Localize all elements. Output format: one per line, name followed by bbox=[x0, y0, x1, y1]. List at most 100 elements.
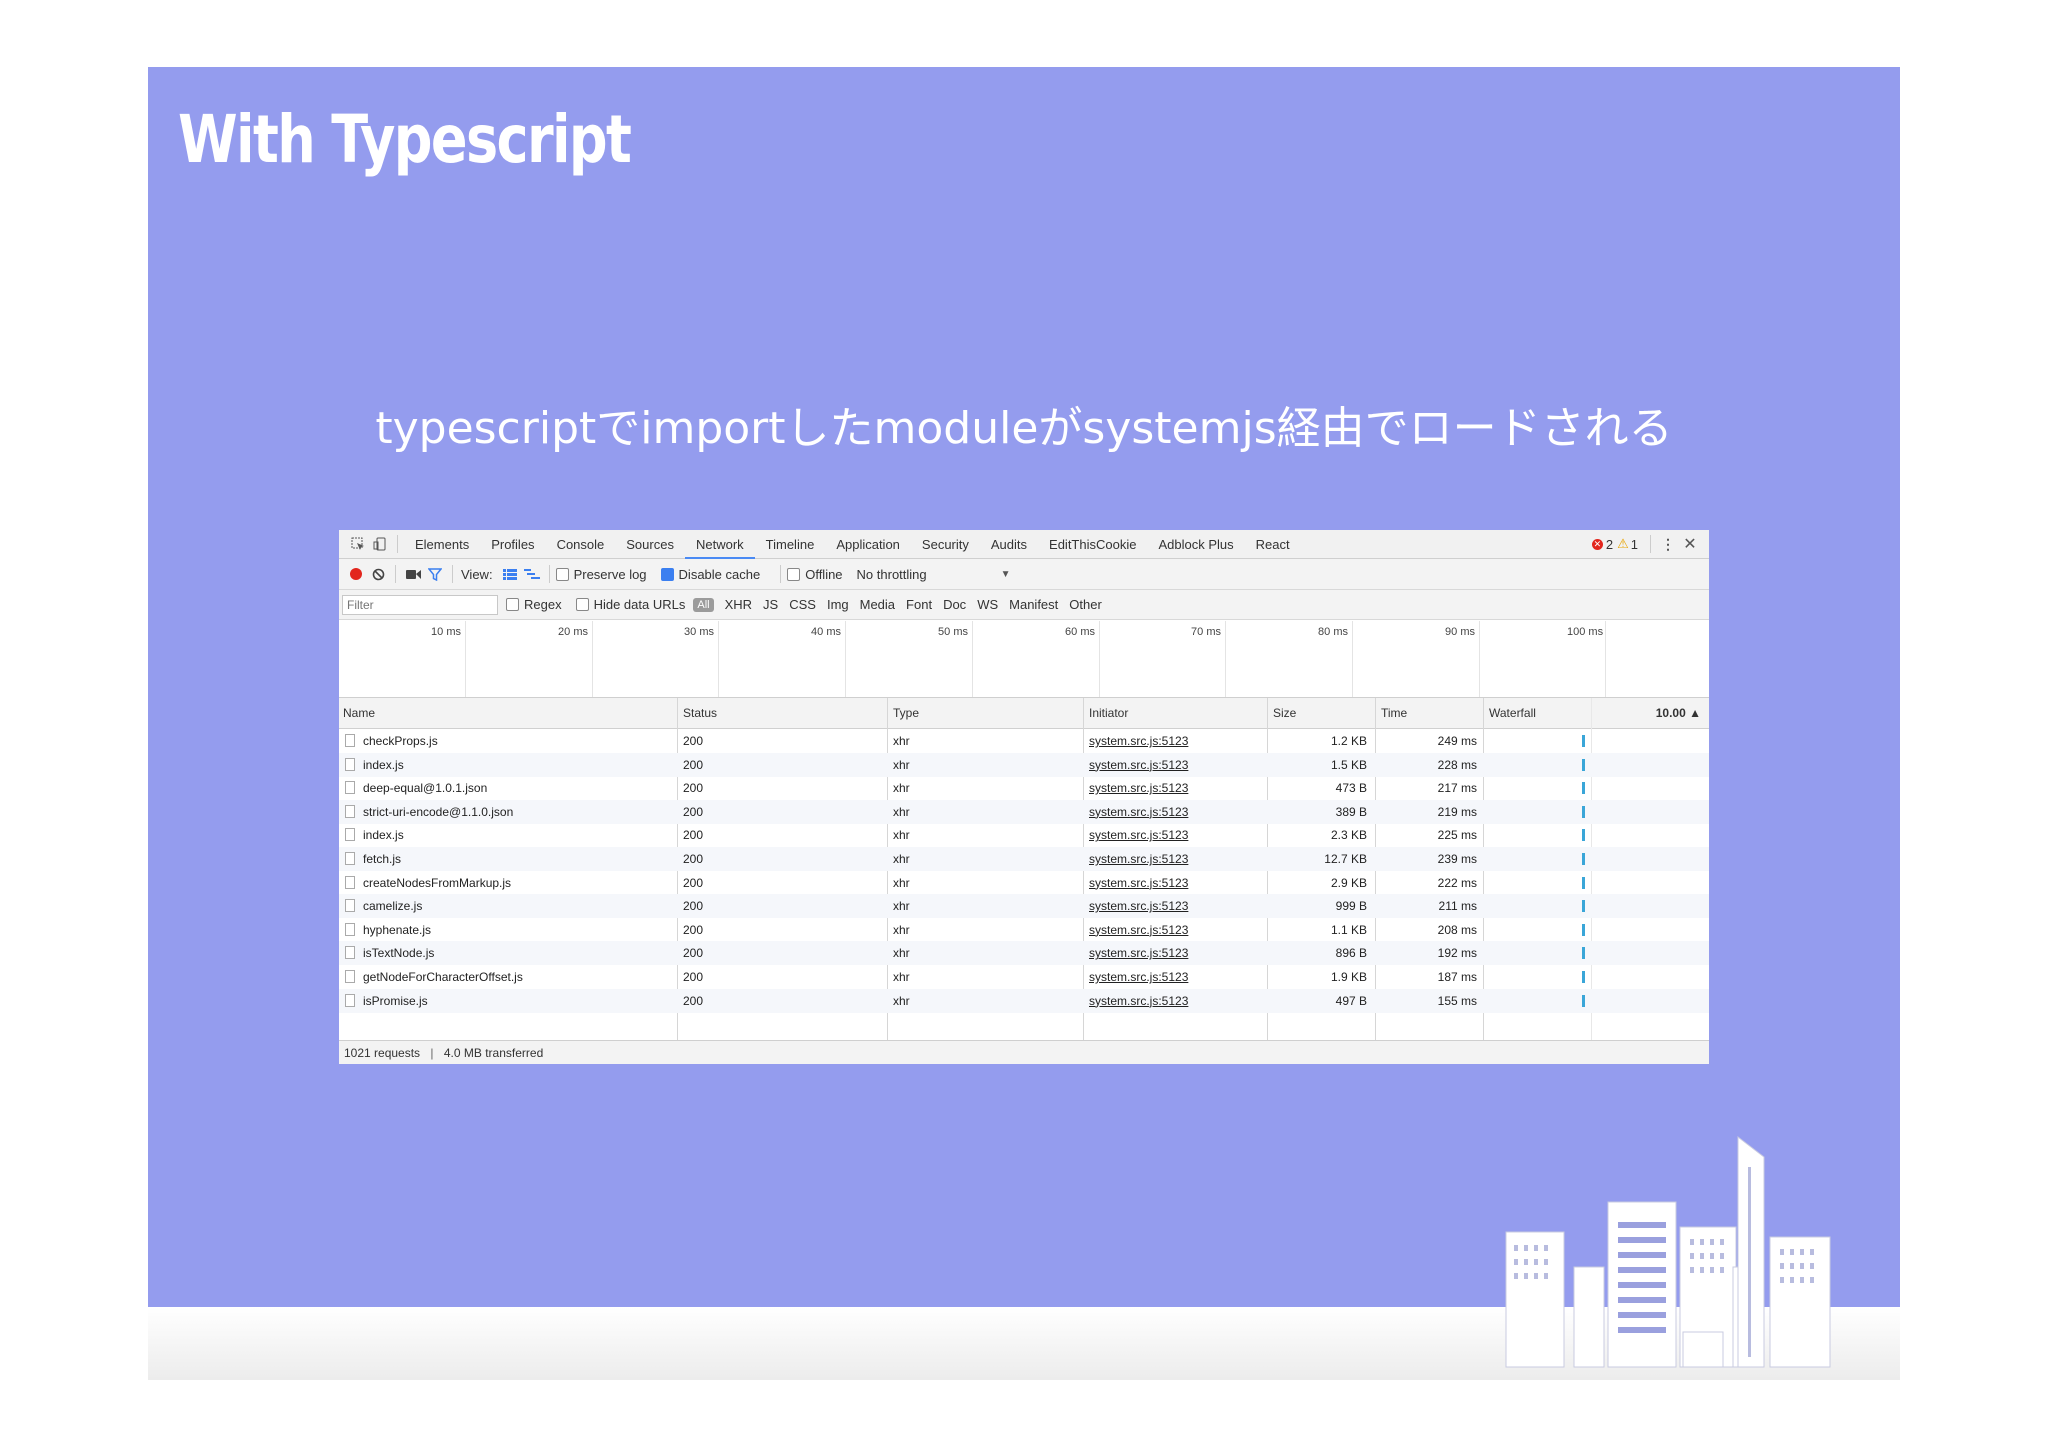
table-row[interactable]: isPromise.js 200 xhr system.src.js:5123 497 … bbox=[339, 988, 1709, 1013]
record-button[interactable] bbox=[345, 563, 367, 585]
waterfall-bar bbox=[1582, 923, 1585, 936]
request-time: 249 ms bbox=[1437, 734, 1477, 748]
request-status: 200 bbox=[683, 875, 704, 890]
offline-checkbox[interactable]: Offline bbox=[787, 567, 843, 582]
request-name[interactable]: createNodesFromMarkup.js bbox=[363, 871, 673, 895]
request-type: xhr bbox=[893, 899, 910, 914]
request-name[interactable]: getNodeForCharacterOffset.js bbox=[363, 965, 673, 989]
separator bbox=[452, 565, 453, 583]
request-initiator-link[interactable]: system.src.js:5123 bbox=[1089, 871, 1265, 895]
tab-application[interactable]: Application bbox=[825, 537, 911, 552]
filter-input[interactable] bbox=[342, 594, 498, 615]
column-header-initiator[interactable]: Initiator bbox=[1085, 698, 1128, 728]
request-name[interactable]: isPromise.js bbox=[363, 989, 673, 1013]
request-initiator-link[interactable]: system.src.js:5123 bbox=[1089, 776, 1265, 800]
filter-type-all[interactable]: All bbox=[693, 597, 714, 612]
more-options-icon[interactable]: ⋮ bbox=[1657, 533, 1679, 555]
column-header-waterfall[interactable]: Waterfall bbox=[1485, 698, 1536, 728]
warning-badge[interactable]: ⚠ 1 bbox=[1617, 536, 1638, 552]
filter-type-ws[interactable]: WS bbox=[977, 597, 998, 612]
tab-elements[interactable]: Elements bbox=[404, 537, 480, 552]
tab-console[interactable]: Console bbox=[546, 537, 616, 552]
tab-timeline[interactable]: Timeline bbox=[755, 537, 826, 552]
tab-network[interactable]: Network bbox=[684, 530, 755, 559]
request-initiator-link[interactable]: system.src.js:5123 bbox=[1089, 847, 1265, 871]
request-initiator-link[interactable]: system.src.js:5123 bbox=[1089, 800, 1265, 824]
filter-type-manifest[interactable]: Manifest bbox=[1009, 597, 1058, 612]
request-type: xhr bbox=[893, 852, 910, 866]
table-row[interactable]: getNodeForCharacterOffset.js 200 xhr system… bbox=[339, 965, 1709, 989]
table-row[interactable]: fetch.js 200 xhr system.src.js:5123 12.7 KB 2… bbox=[339, 847, 1709, 871]
table-row[interactable]: index.js 200 xhr system.src.js:5123 1.5 KB 22… bbox=[339, 752, 1709, 777]
filter-type-font[interactable]: Font bbox=[906, 597, 932, 612]
table-row[interactable]: deep-equal@1.0.1.json 200 xhr system.src.js… bbox=[339, 776, 1709, 800]
request-initiator-link[interactable]: system.src.js:5123 bbox=[1089, 965, 1265, 989]
filter-type-doc[interactable]: Doc bbox=[943, 597, 966, 612]
request-initiator-link[interactable]: system.src.js:5123 bbox=[1089, 894, 1265, 918]
column-header-type[interactable]: Type bbox=[889, 698, 919, 728]
request-name[interactable]: isTextNode.js bbox=[363, 941, 673, 965]
large-rows-icon[interactable] bbox=[499, 563, 521, 585]
table-row[interactable]: index.js 200 xhr system.src.js:5123 2.3 KB 22… bbox=[339, 823, 1709, 847]
column-header-time[interactable]: Time bbox=[1377, 698, 1407, 728]
table-row[interactable]: checkProps.js 200 xhr system.src.js:5123 1.2… bbox=[339, 729, 1709, 753]
request-name[interactable]: hyphenate.js bbox=[363, 918, 673, 942]
overview-tick-label: 20 ms bbox=[558, 626, 588, 638]
tab-sources[interactable]: Sources bbox=[615, 537, 685, 552]
regex-checkbox[interactable]: Regex bbox=[506, 597, 562, 612]
tab-editthiscookie[interactable]: EditThisCookie bbox=[1038, 537, 1147, 552]
error-badge[interactable]: ✕ 2 bbox=[1591, 537, 1613, 552]
filter-type-xhr[interactable]: XHR bbox=[725, 597, 752, 612]
close-icon[interactable]: ✕ bbox=[1679, 533, 1701, 555]
request-name[interactable]: index.js bbox=[363, 823, 673, 847]
request-name[interactable]: camelize.js bbox=[363, 894, 673, 918]
overview-gridline bbox=[1605, 621, 1606, 697]
request-name[interactable]: checkProps.js bbox=[363, 729, 673, 753]
filter-type-other[interactable]: Other bbox=[1069, 597, 1102, 612]
disable-cache-checkbox[interactable]: Disable cache bbox=[660, 567, 760, 582]
timeline-overview[interactable]: 10 ms 20 ms 30 ms 40 ms 50 ms 60 ms 70 ms 80 ms… bbox=[339, 621, 1709, 698]
filter-type-css[interactable]: CSS bbox=[789, 597, 816, 612]
request-name[interactable]: strict-uri-encode@1.1.0.json bbox=[363, 800, 673, 824]
filter-type-img[interactable]: Img bbox=[827, 597, 849, 612]
request-initiator-link[interactable]: system.src.js:5123 bbox=[1089, 753, 1265, 777]
tab-adblock-plus[interactable]: Adblock Plus bbox=[1147, 537, 1244, 552]
device-toolbar-icon[interactable] bbox=[369, 533, 391, 555]
file-icon bbox=[345, 828, 355, 842]
clear-button[interactable] bbox=[367, 563, 389, 585]
request-name[interactable]: index.js bbox=[363, 753, 673, 777]
throttling-select[interactable]: No throttling ▼ bbox=[857, 567, 1011, 582]
request-initiator-link[interactable]: system.src.js:5123 bbox=[1089, 989, 1265, 1013]
filter-type-media[interactable]: Media bbox=[860, 597, 895, 612]
column-header-name[interactable]: Name bbox=[339, 698, 375, 728]
tab-profiles[interactable]: Profiles bbox=[480, 537, 545, 552]
request-initiator-link[interactable]: system.src.js:5123 bbox=[1089, 918, 1265, 942]
table-row[interactable]: camelize.js 200 xhr system.src.js:5123 999 B… bbox=[339, 894, 1709, 919]
hide-data-urls-label: Hide data URLs bbox=[593, 597, 686, 612]
overview-waterfall-icon[interactable] bbox=[521, 563, 543, 585]
request-name[interactable]: deep-equal@1.0.1.json bbox=[363, 776, 673, 800]
tab-audits[interactable]: Audits bbox=[980, 537, 1038, 552]
request-initiator-link[interactable]: system.src.js:5123 bbox=[1089, 823, 1265, 847]
waterfall-scale[interactable]: 10.00 ▲ bbox=[1599, 698, 1701, 728]
table-row[interactable]: isTextNode.js 200 xhr system.src.js:5123 896… bbox=[339, 941, 1709, 966]
table-row[interactable]: hyphenate.js 200 xhr system.src.js:5123 1.1 … bbox=[339, 918, 1709, 942]
filter-type-js[interactable]: JS bbox=[763, 597, 778, 612]
tab-security[interactable]: Security bbox=[911, 537, 980, 552]
inspect-element-icon[interactable] bbox=[347, 533, 369, 555]
request-initiator-link[interactable]: system.src.js:5123 bbox=[1089, 729, 1265, 753]
requests-count: 1021 requests bbox=[344, 1046, 421, 1060]
column-header-size[interactable]: Size bbox=[1269, 698, 1296, 728]
hide-data-urls-checkbox[interactable]: Hide data URLs bbox=[575, 597, 686, 612]
column-header-status[interactable]: Status bbox=[679, 698, 717, 728]
overview-tick-label: 100 ms bbox=[1567, 626, 1604, 638]
preserve-log-checkbox[interactable]: Preserve log bbox=[555, 567, 647, 582]
filter-toggle-button[interactable] bbox=[424, 563, 446, 585]
tab-react[interactable]: React bbox=[1245, 537, 1301, 552]
separator bbox=[397, 535, 398, 553]
table-row[interactable]: strict-uri-encode@1.1.0.json 200 xhr system… bbox=[339, 799, 1709, 824]
request-initiator-link[interactable]: system.src.js:5123 bbox=[1089, 941, 1265, 965]
capture-screenshots-button[interactable] bbox=[402, 563, 424, 585]
request-name[interactable]: fetch.js bbox=[363, 847, 673, 871]
table-row[interactable]: createNodesFromMarkup.js 200 xhr system.src… bbox=[339, 871, 1709, 895]
